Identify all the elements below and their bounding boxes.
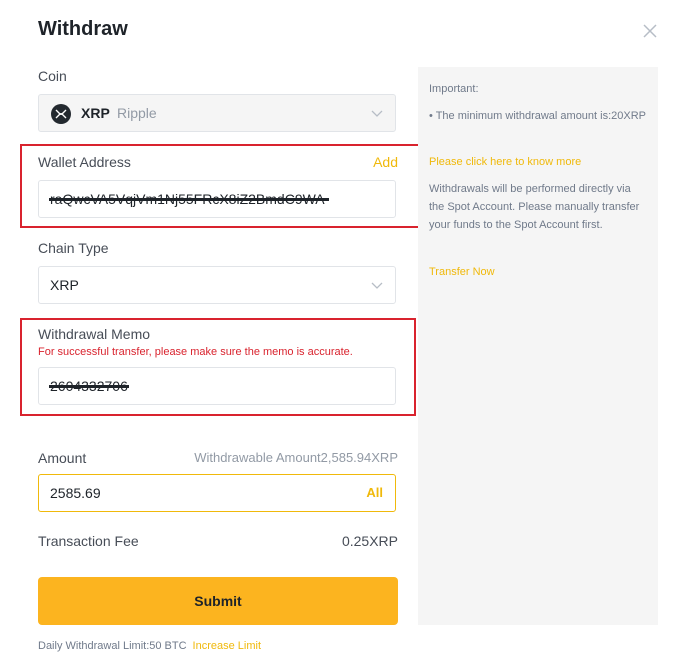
- wallet-address-input[interactable]: raQwcVA5VqjVm1Nj55FRcX8iZ2BmdC9WA: [38, 180, 396, 218]
- memo-label: Withdrawal Memo: [38, 326, 151, 342]
- coin-select[interactable]: XRP Ripple: [38, 94, 396, 132]
- daily-limit: Daily Withdrawal Limit:50 BTC Increase Li…: [38, 640, 261, 652]
- chevron-down-icon: [371, 110, 383, 117]
- withdrawable-amount: Withdrawable Amount2,585.94XRP: [194, 450, 398, 465]
- add-address-link[interactable]: Add: [373, 154, 398, 170]
- wallet-address-label: Wallet Address: [38, 154, 131, 170]
- amount-input[interactable]: 2585.69 All: [38, 474, 396, 512]
- memo-input[interactable]: 2604332706: [38, 367, 396, 405]
- chain-type-select[interactable]: XRP: [38, 266, 396, 304]
- wallet-label-row: Wallet Address Add: [38, 154, 398, 170]
- chevron-down-icon: [371, 282, 383, 289]
- spot-account-text: Withdrawals will be performed directly v…: [429, 183, 640, 231]
- close-icon[interactable]: [641, 22, 659, 40]
- chain-type-value: XRP: [50, 277, 79, 293]
- memo-warning: For successful transfer, please make sur…: [38, 346, 353, 358]
- coin-code: XRP: [81, 105, 110, 121]
- coin-name: Ripple: [117, 105, 157, 121]
- daily-limit-text: Daily Withdrawal Limit:50 BTC: [38, 640, 187, 652]
- fee-value: 0.25XRP: [341, 533, 398, 549]
- dialog-title: Withdraw: [38, 18, 128, 40]
- amount-value: 2585.69: [50, 485, 101, 501]
- know-more-link[interactable]: Please click here to know more: [429, 153, 649, 171]
- chain-type-label: Chain Type: [38, 240, 109, 256]
- info-heading: Important:: [429, 83, 479, 95]
- xrp-icon: [51, 104, 71, 124]
- coin-label: Coin: [38, 68, 67, 84]
- fee-label: Transaction Fee: [38, 533, 139, 549]
- min-withdrawal-text: • The minimum withdrawal amount is:20XRP: [429, 110, 647, 122]
- all-button[interactable]: All: [366, 485, 383, 500]
- redaction-scribble: [49, 385, 129, 388]
- redaction-scribble: [49, 198, 329, 201]
- submit-button[interactable]: Submit: [38, 577, 398, 625]
- info-panel: Important: • The minimum withdrawal amou…: [418, 67, 658, 625]
- amount-label: Amount: [38, 450, 87, 466]
- transfer-now-link[interactable]: Transfer Now: [429, 263, 649, 281]
- increase-limit-link[interactable]: Increase Limit: [193, 640, 261, 652]
